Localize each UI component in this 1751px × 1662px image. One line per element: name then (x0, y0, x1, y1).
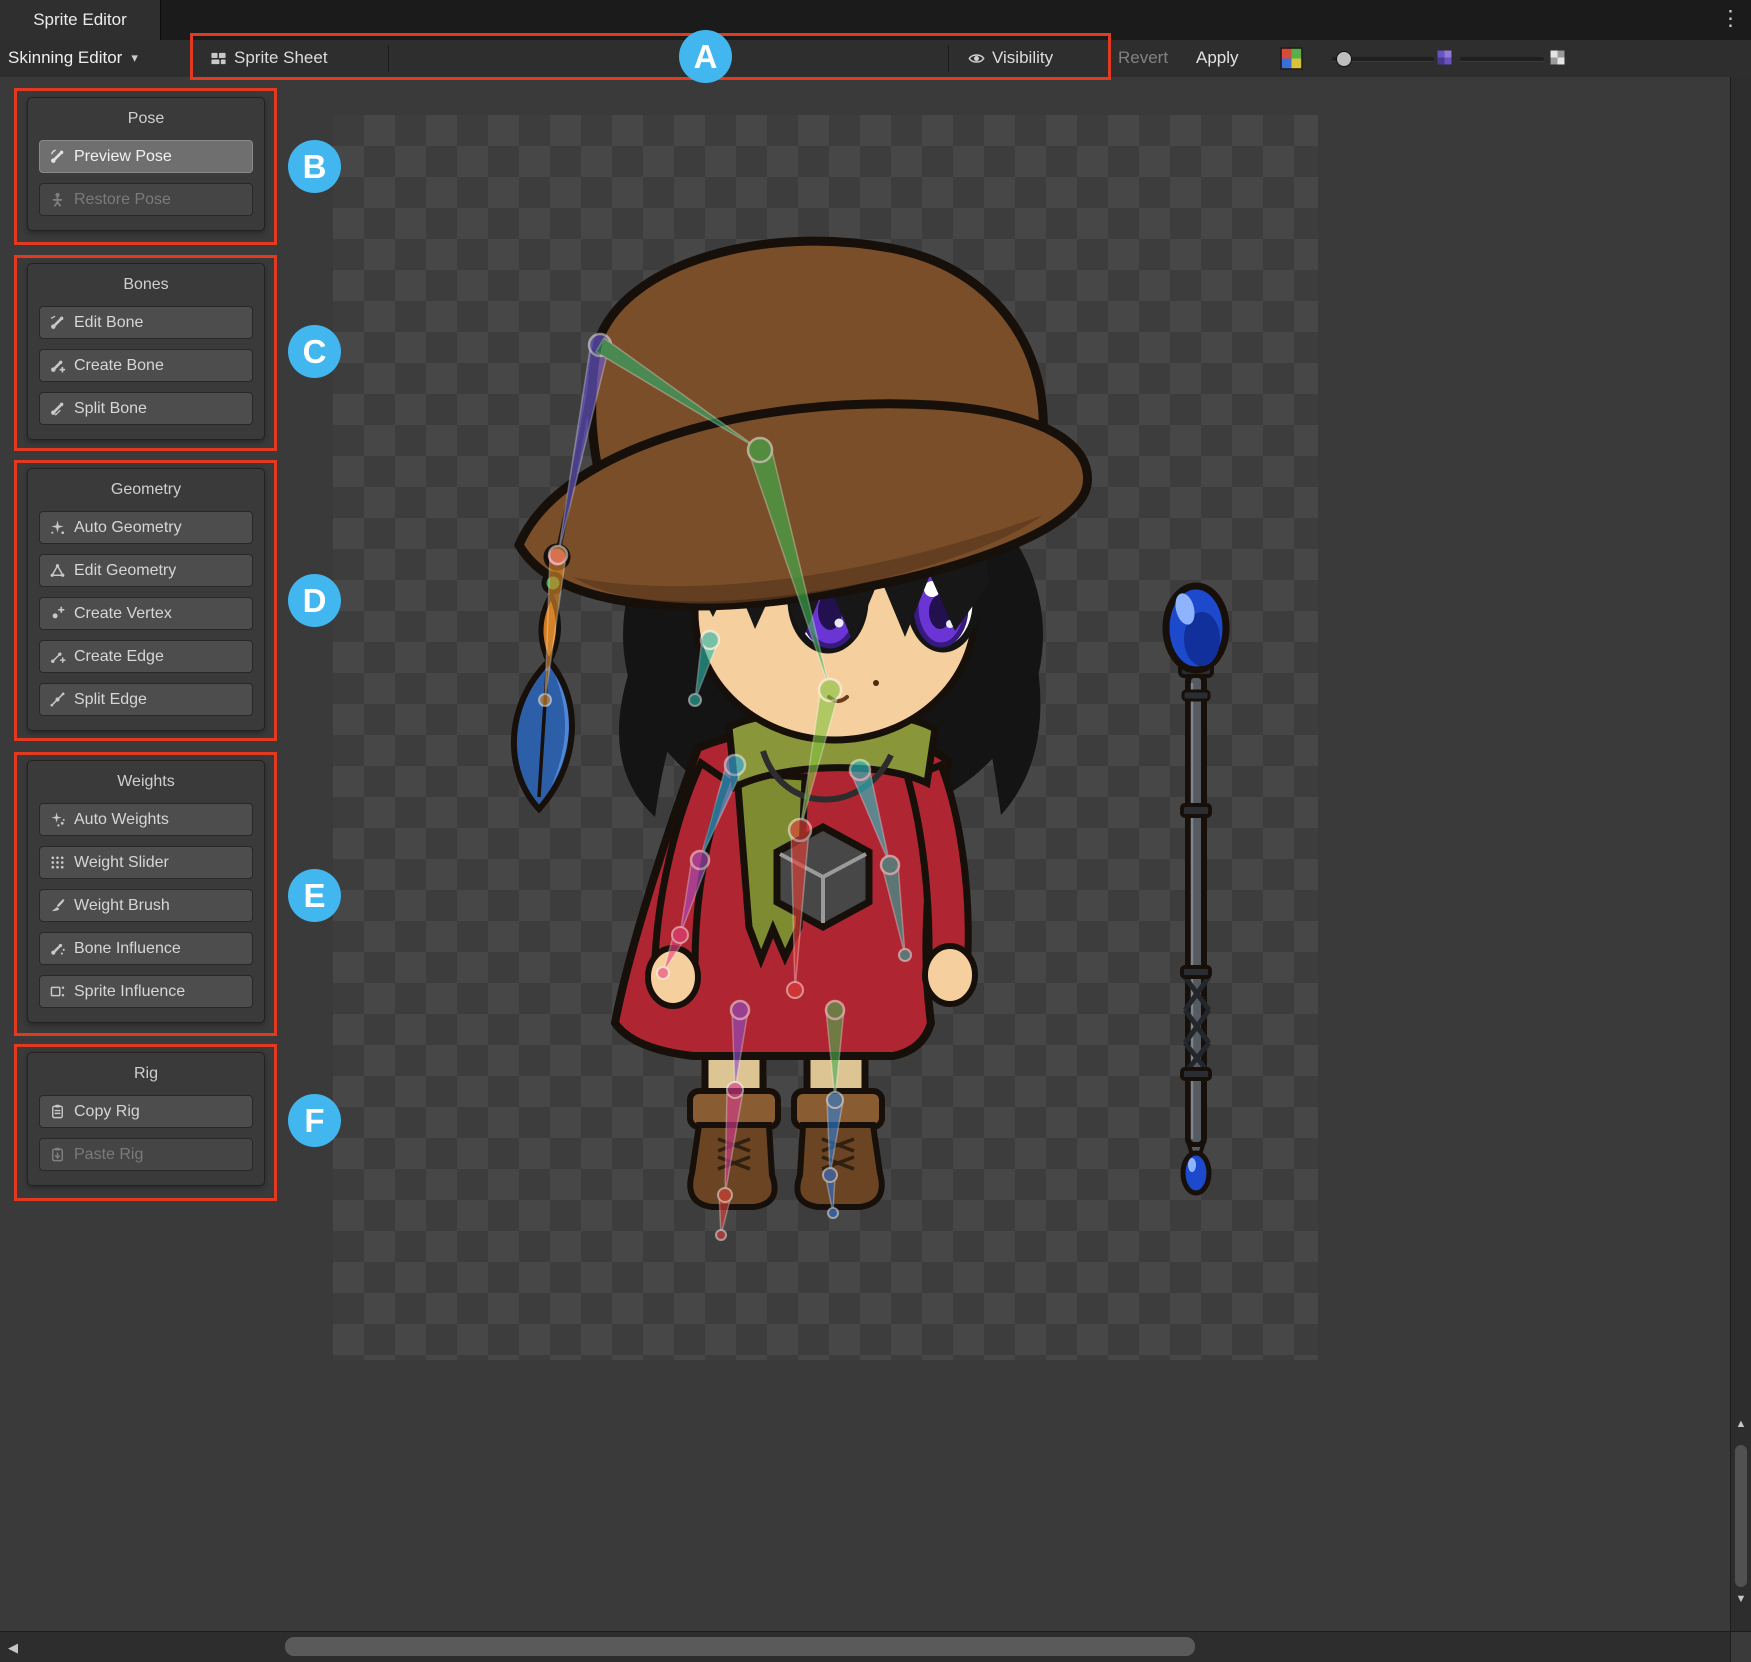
scrollbar-corner (1730, 1631, 1751, 1662)
sprite-texture-background (333, 115, 1318, 1360)
sprite-influence-icon (49, 983, 66, 1000)
geometry-panel: Geometry Auto Geometry Edit Geometry Cre… (27, 468, 265, 731)
split-edge-button[interactable]: Split Edge (39, 683, 253, 716)
geometry-panel-title: Geometry (39, 481, 253, 499)
paste-rig-icon (49, 1146, 66, 1163)
eye-icon (968, 50, 985, 67)
visibility-label: Visibility (992, 48, 1053, 68)
sprite-sheet-button[interactable]: Sprite Sheet (210, 40, 328, 76)
edit-bone-button[interactable]: Edit Bone (39, 306, 253, 339)
toolbar-separator (388, 45, 389, 72)
apply-button[interactable]: Apply (1196, 40, 1239, 76)
horizontal-scrollbar-thumb[interactable] (285, 1637, 1195, 1656)
copy-rig-button[interactable]: Copy Rig (39, 1095, 253, 1128)
auto-geometry-button[interactable]: Auto Geometry (39, 511, 253, 544)
revert-button[interactable]: Revert (1118, 40, 1168, 76)
scroll-down-icon[interactable]: ▼ (1731, 1593, 1751, 1605)
bones-panel-title: Bones (39, 276, 253, 294)
visibility-button[interactable]: Visibility (968, 40, 1053, 76)
restore-pose-icon (49, 191, 66, 208)
chevron-down-icon: ▾ (131, 50, 138, 66)
weight-slider-icon (49, 854, 66, 871)
weight-slider-button[interactable]: Weight Slider (39, 846, 253, 879)
toolbar: Skinning Editor ▾ Sprite Sheet Visibilit… (0, 40, 1751, 78)
color-mode-icon[interactable] (1280, 40, 1303, 76)
mesh-opacity-slider[interactable] (1460, 57, 1544, 61)
edit-geometry-icon (49, 562, 66, 579)
auto-weights-button[interactable]: Auto Weights (39, 803, 253, 836)
sprite-sheet-label: Sprite Sheet (234, 48, 328, 68)
alpha-checker-icon (1550, 50, 1565, 70)
vertical-scrollbar[interactable]: ▲ ▼ (1730, 77, 1751, 1632)
weight-brush-icon (49, 897, 66, 914)
create-edge-button[interactable]: Create Edge (39, 640, 253, 673)
rig-panel-title: Rig (39, 1065, 253, 1083)
tab-sprite-editor[interactable]: Sprite Editor (0, 0, 161, 40)
rig-panel: Rig Copy Rig Paste Rig (27, 1052, 265, 1186)
create-vertex-icon (49, 605, 66, 622)
toolbar-separator (948, 45, 949, 72)
weights-panel: Weights Auto Weights Weight Slider Weigh… (27, 760, 265, 1023)
scroll-left-icon[interactable]: ◀ (8, 1640, 18, 1656)
preview-pose-icon (49, 148, 66, 165)
create-bone-button[interactable]: Create Bone (39, 349, 253, 382)
preview-pose-button[interactable]: Preview Pose (39, 140, 253, 173)
create-edge-icon (49, 648, 66, 665)
pose-panel-title: Pose (39, 110, 253, 128)
overflow-menu-icon[interactable]: ⋮ (1720, 6, 1741, 32)
edit-geometry-button[interactable]: Edit Geometry (39, 554, 253, 587)
weights-panel-title: Weights (39, 773, 253, 791)
auto-weights-icon (49, 811, 66, 828)
horizontal-scrollbar[interactable]: ◀ (0, 1631, 1731, 1662)
bone-opacity-slider-thumb[interactable] (1336, 51, 1352, 67)
split-bone-icon (49, 400, 66, 417)
pose-panel: Pose Preview Pose Restore Pose (27, 97, 265, 231)
bones-panel: Bones Edit Bone Create Bone Split Bone (27, 263, 265, 440)
bone-influence-button[interactable]: Bone Influence (39, 932, 253, 965)
scroll-up-icon[interactable]: ▲ (1731, 1418, 1751, 1430)
vertical-scrollbar-thumb[interactable] (1735, 1445, 1747, 1587)
paste-rig-button[interactable]: Paste Rig (39, 1138, 253, 1171)
weight-brush-button[interactable]: Weight Brush (39, 889, 253, 922)
skinning-editor-dropdown[interactable]: Skinning Editor ▾ (8, 40, 138, 76)
restore-pose-button[interactable]: Restore Pose (39, 183, 253, 216)
sprite-influence-button[interactable]: Sprite Influence (39, 975, 253, 1008)
title-bar: Sprite Editor ⋮ (0, 0, 1751, 41)
bone-influence-icon (49, 940, 66, 957)
skinning-editor-label: Skinning Editor (8, 48, 122, 68)
create-bone-icon (49, 357, 66, 374)
sprite-sheet-icon (210, 50, 227, 67)
mesh-opacity-icon (1437, 50, 1452, 70)
edit-bone-icon (49, 314, 66, 331)
copy-rig-icon (49, 1103, 66, 1120)
split-edge-icon (49, 691, 66, 708)
auto-geometry-icon (49, 519, 66, 536)
split-bone-button[interactable]: Split Bone (39, 392, 253, 425)
create-vertex-button[interactable]: Create Vertex (39, 597, 253, 630)
